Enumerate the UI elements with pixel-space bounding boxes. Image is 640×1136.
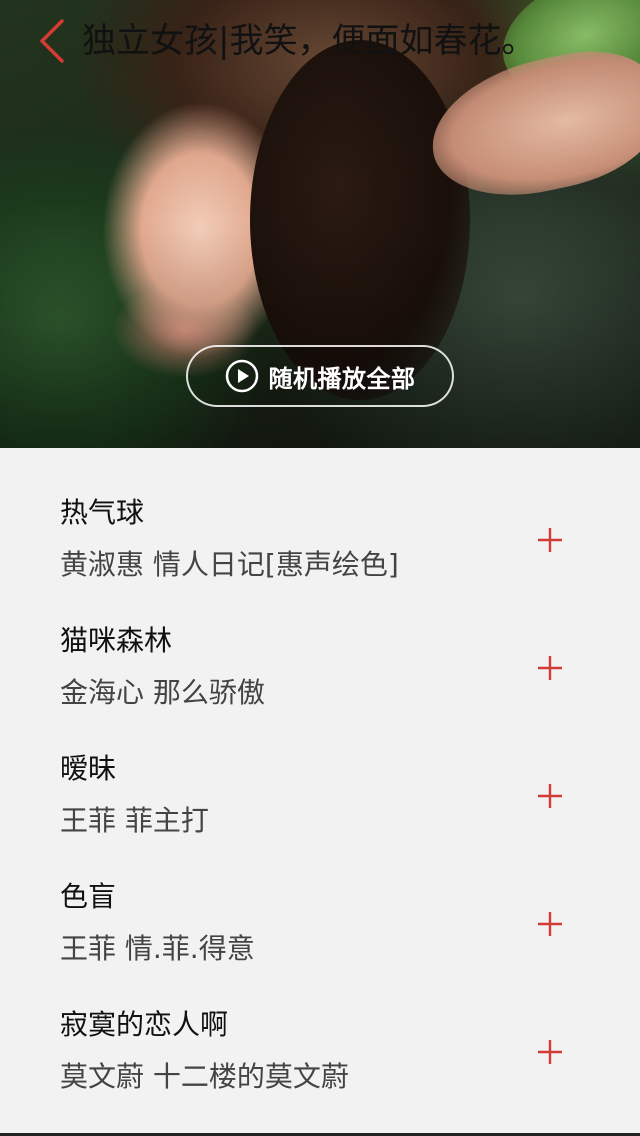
- shuffle-play-all-button[interactable]: 随机播放全部: [186, 345, 454, 407]
- plus-icon[interactable]: [536, 782, 564, 810]
- plus-icon[interactable]: [536, 1038, 564, 1066]
- song-title: 色盲: [60, 880, 117, 913]
- song-title: 热气球: [60, 496, 145, 529]
- play-circle-icon: [225, 359, 258, 393]
- top-bar: 独立女孩|我笑，便面如春花。: [0, 0, 640, 84]
- chevron-left-icon[interactable]: [36, 18, 70, 64]
- song-row[interactable]: 寂寞的恋人啊 莫文蔚 十二楼的莫文蔚: [0, 960, 640, 1093]
- song-row[interactable]: 热气球 黄淑惠 情人日记[惠声绘色]: [0, 448, 640, 581]
- playlist-screen: 独立女孩|我笑，便面如春花。 随机播放全部 热气球 黄淑惠 情人日记[惠声绘色]…: [0, 0, 640, 1136]
- cover-image: 独立女孩|我笑，便面如春花。 随机播放全部: [0, 0, 640, 448]
- song-title: 猫咪森林: [60, 624, 173, 657]
- shuffle-play-all-label: 随机播放全部: [268, 364, 416, 393]
- song-title: 寂寞的恋人啊: [60, 1008, 229, 1041]
- plus-icon[interactable]: [536, 910, 564, 938]
- song-row[interactable]: 暧昧 王菲 菲主打: [0, 704, 640, 837]
- page-title: 独立女孩|我笑，便面如春花。: [82, 21, 536, 61]
- song-list: 热气球 黄淑惠 情人日记[惠声绘色] 猫咪森林 金海心 那么骄傲 暧昧 王菲 菲…: [0, 448, 640, 1093]
- plus-icon[interactable]: [536, 654, 564, 682]
- song-row[interactable]: 色盲 王菲 情.菲.得意: [0, 832, 640, 965]
- song-title: 暧昧: [60, 752, 117, 785]
- song-row[interactable]: 猫咪森林 金海心 那么骄傲: [0, 576, 640, 709]
- plus-icon[interactable]: [536, 526, 564, 554]
- song-artist-album: 莫文蔚 十二楼的莫文蔚: [60, 1060, 349, 1093]
